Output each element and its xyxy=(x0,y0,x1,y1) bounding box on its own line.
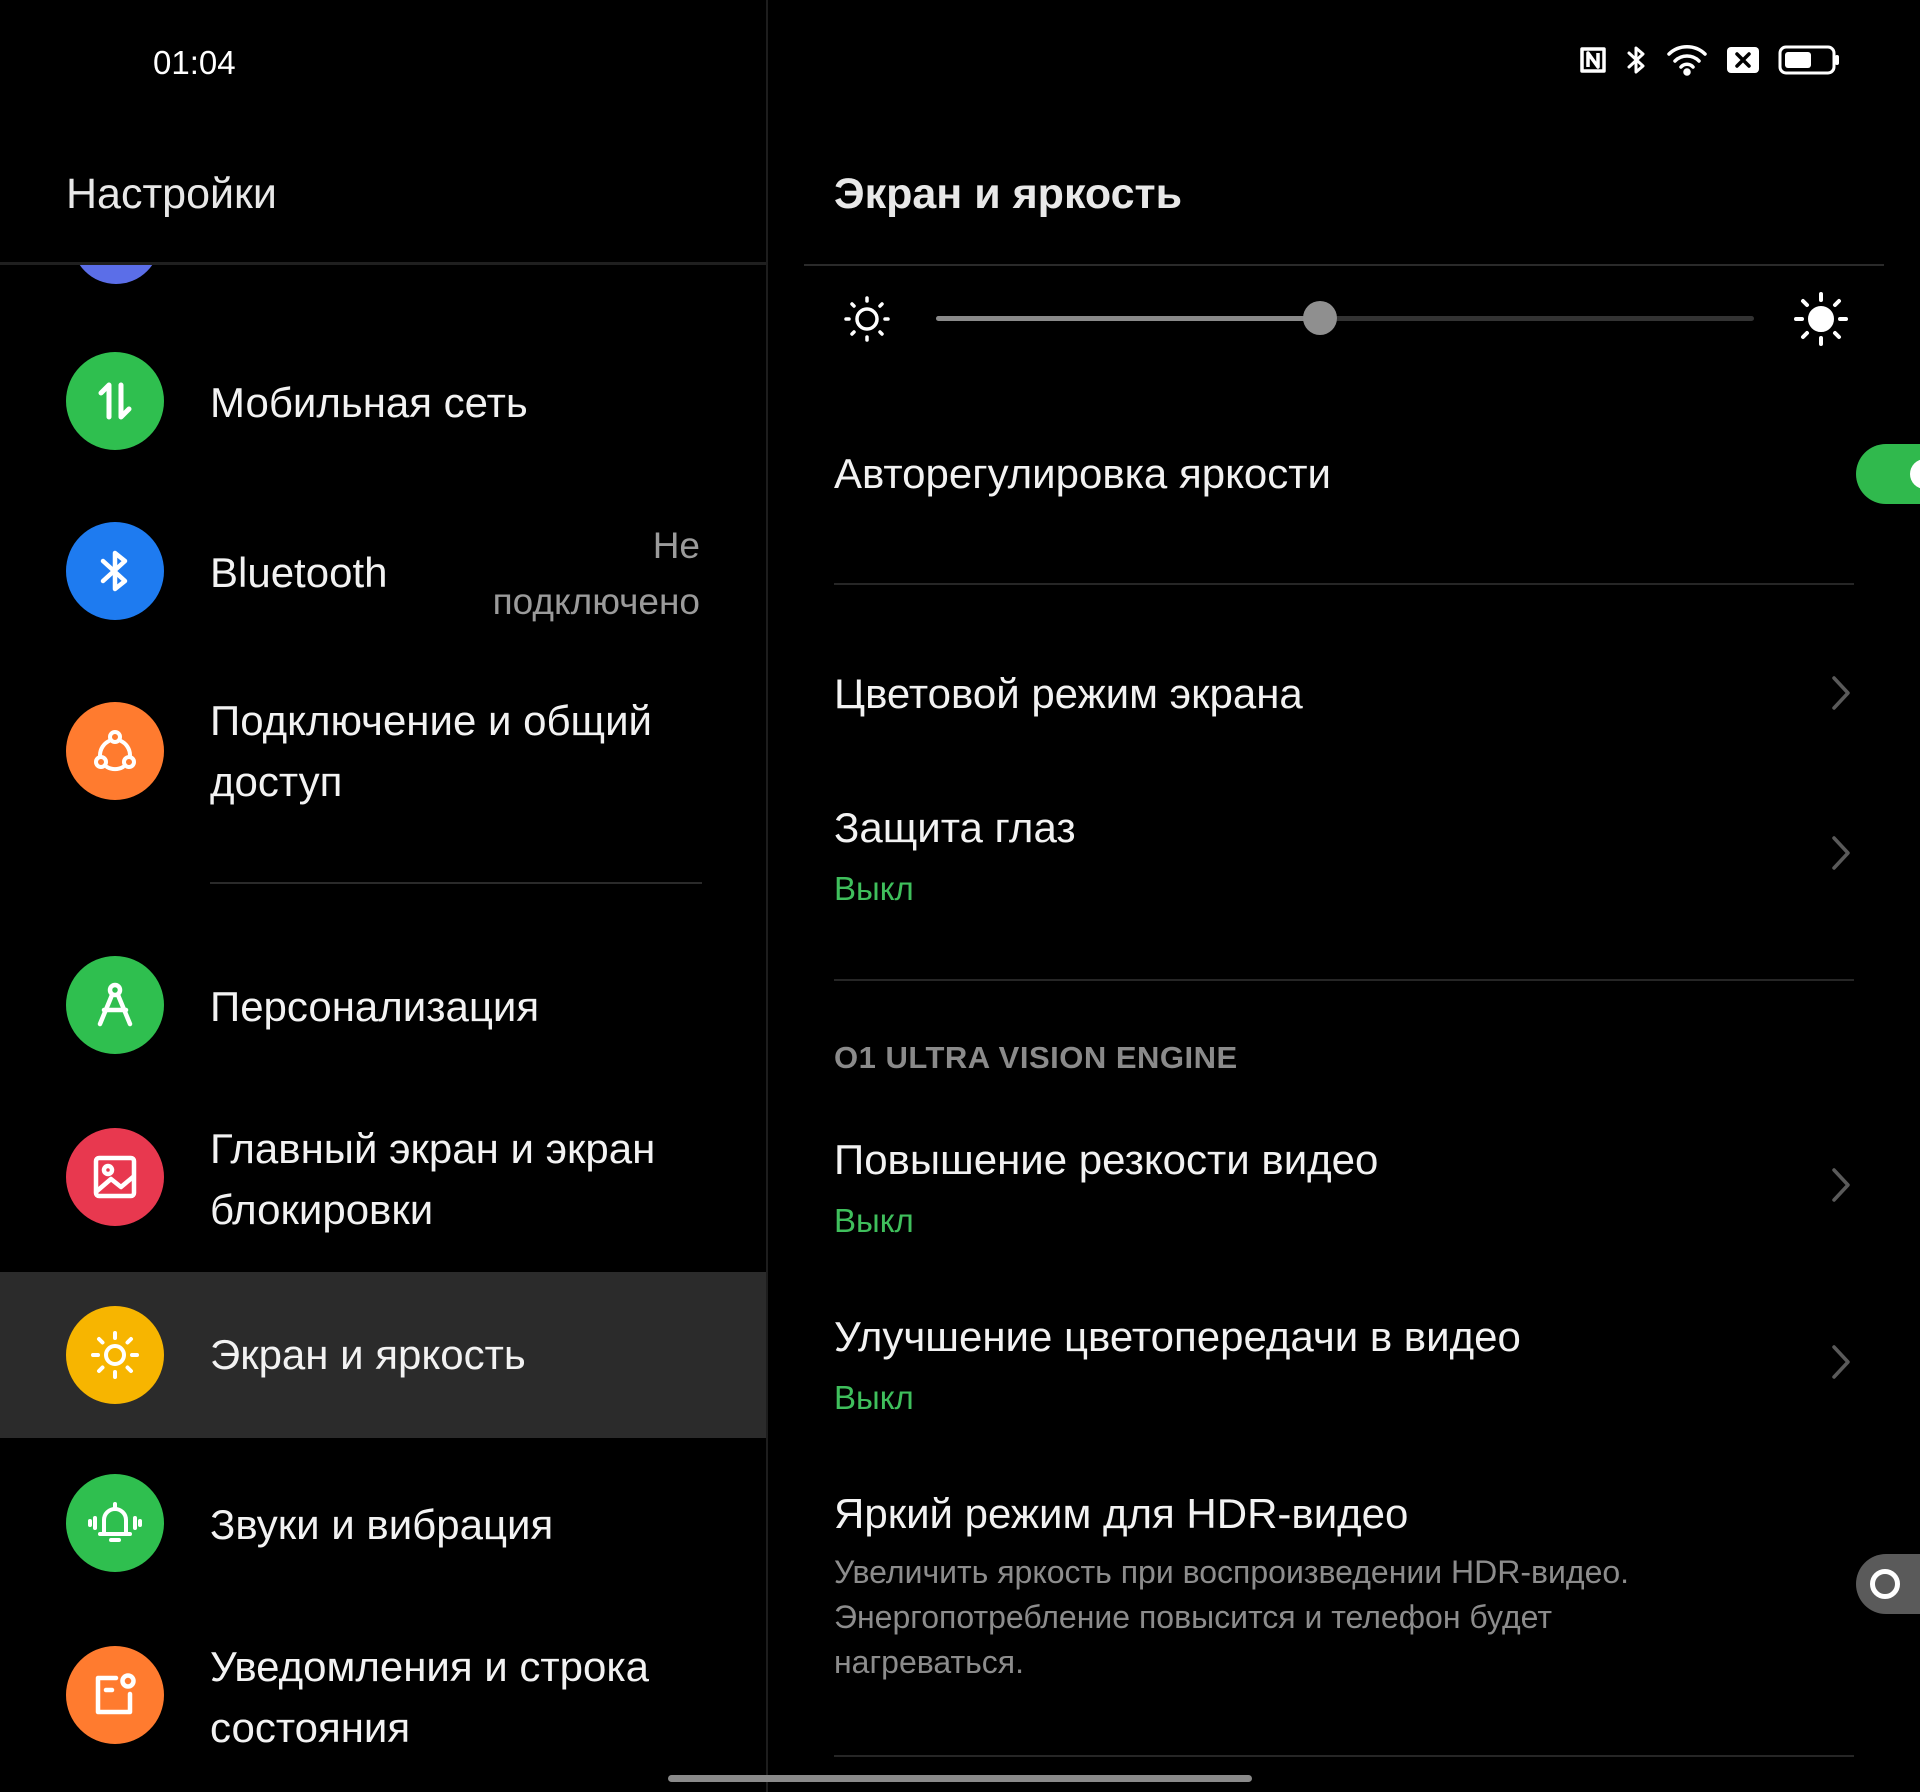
chevron-right-icon xyxy=(1826,832,1854,879)
gesture-home-bar[interactable] xyxy=(668,1775,1252,1782)
video-color-label: Улучшение цветопередачи в видео xyxy=(834,1313,1521,1360)
auto-brightness-toggle[interactable] xyxy=(1856,444,1920,504)
brightness-slider-fill xyxy=(936,316,1321,321)
header-divider xyxy=(0,262,766,265)
video-sharpness-label: Повышение резкости видео xyxy=(834,1136,1379,1183)
chevron-right-icon xyxy=(1826,1341,1854,1388)
settings-item-sounds-vibration[interactable]: Звуки и вибрация xyxy=(0,1470,766,1580)
section-header: O1 ULTRA VISION ENGINE xyxy=(834,1040,1238,1075)
hdr-bright-label: Яркий режим для HDR-видео xyxy=(834,1490,1409,1537)
settings-item-personalization[interactable]: Персонализация xyxy=(0,952,766,1062)
settings-item-home-lock-screen[interactable]: Главный экран и экран блокировки xyxy=(0,1118,766,1248)
settings-list-pane: 01:04 Настройки Мобильная сеть Bluetooth… xyxy=(0,0,766,1792)
eye-protection-label: Защита глаз xyxy=(834,804,1076,851)
bluetooth-icon xyxy=(66,522,164,620)
wifi-icon xyxy=(1666,44,1708,81)
mobile-data-icon xyxy=(66,352,164,450)
settings-item-bluetooth[interactable]: Bluetooth Не подключено xyxy=(0,518,766,628)
share-icon xyxy=(66,702,164,800)
nfc-icon xyxy=(1578,45,1608,80)
sidebar-item-label: Звуки и вибрация xyxy=(210,1501,554,1548)
bluetooth-status-icon xyxy=(1626,44,1648,81)
auto-brightness-label: Авторегулировка яркости xyxy=(834,450,1331,497)
eye-protection-status: Выкл xyxy=(834,870,914,907)
notification-icon xyxy=(66,1646,164,1744)
sidebar-item-label: Подключение и общий доступ xyxy=(210,697,653,805)
hdr-bright-toggle[interactable] xyxy=(1856,1554,1920,1614)
header-divider xyxy=(804,264,1884,266)
row-divider xyxy=(834,1755,1854,1757)
sidebar-item-label: Главный экран и экран блокировки xyxy=(210,1125,656,1233)
row-divider xyxy=(834,583,1854,585)
sidebar-item-label: Уведомления и строка состояния xyxy=(210,1643,650,1751)
brightness-low-icon xyxy=(844,296,890,347)
hdr-bright-description: Увеличить яркость при воспроизведении HD… xyxy=(834,1554,1630,1680)
status-time: 01:04 xyxy=(153,44,236,81)
brightness-slider[interactable] xyxy=(936,301,1754,335)
settings-item-notifications-status-bar[interactable]: Уведомления и строка состояния xyxy=(0,1636,766,1776)
color-mode-label: Цветовой режим экрана xyxy=(834,670,1303,717)
brightness-slider-thumb[interactable] xyxy=(1303,301,1338,335)
page-title: Экран и яркость xyxy=(834,170,1183,218)
image-icon xyxy=(66,1128,164,1226)
row-divider xyxy=(834,979,1854,981)
toggle-knob xyxy=(1870,1569,1900,1599)
toggle-knob xyxy=(1910,459,1920,489)
display-brightness-pane: Экран и яркость Авторегулировка яркости … xyxy=(768,0,1920,1792)
chevron-right-icon xyxy=(1826,672,1854,719)
sun-icon xyxy=(66,1306,164,1404)
video-color-status: Выкл xyxy=(834,1379,914,1416)
settings-item-mobile-network[interactable]: Мобильная сеть xyxy=(0,348,766,458)
personalization-icon xyxy=(66,956,164,1054)
group-divider xyxy=(210,882,702,884)
sidebar-item-label: Мобильная сеть xyxy=(210,379,528,426)
sidebar-item-label: Экран и яркость xyxy=(210,1331,526,1378)
bell-icon xyxy=(66,1474,164,1572)
settings-title: Настройки xyxy=(66,170,277,218)
sim-disabled-icon xyxy=(1726,46,1760,79)
sidebar-item-label: Bluetooth xyxy=(210,549,388,596)
sidebar-item-label: Персонализация xyxy=(210,983,540,1030)
settings-item-connection-sharing[interactable]: Подключение и общий доступ xyxy=(0,690,766,820)
settings-item-display-brightness[interactable]: Экран и яркость xyxy=(0,1272,766,1438)
bluetooth-status: Не подключено xyxy=(492,525,700,622)
status-icons xyxy=(1578,44,1840,81)
chevron-right-icon xyxy=(1826,1164,1854,1211)
battery-icon xyxy=(1778,45,1840,80)
video-sharpness-status: Выкл xyxy=(834,1202,914,1239)
brightness-high-icon xyxy=(1794,292,1848,351)
